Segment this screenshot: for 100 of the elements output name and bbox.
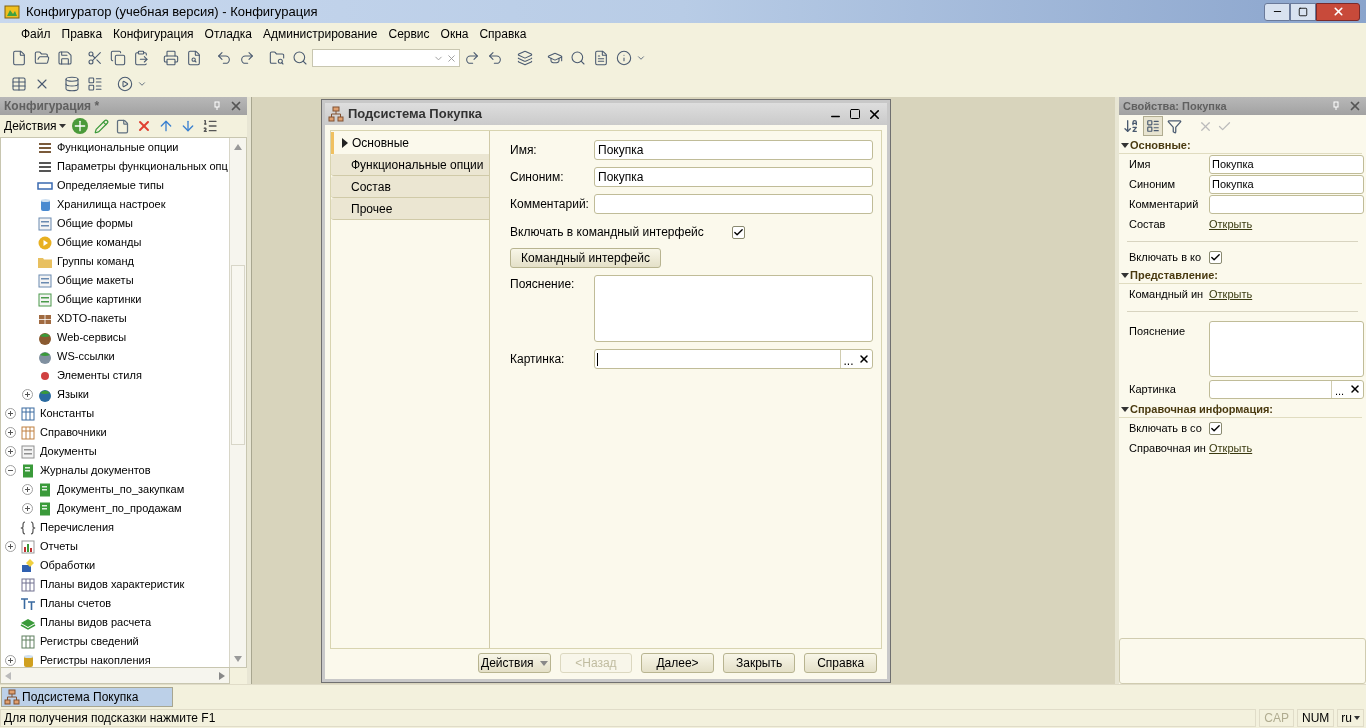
menu-item[interactable]: Правка	[56, 25, 108, 43]
tree-item[interactable]: Элементы стиля	[57, 367, 142, 384]
scroll-up-icon[interactable]	[234, 143, 242, 150]
text-field[interactable]	[594, 194, 873, 214]
horizontal-scrollbar[interactable]	[0, 668, 230, 684]
maximize-icon[interactable]	[849, 108, 861, 120]
close-button[interactable]	[1316, 2, 1360, 21]
text-field[interactable]	[1209, 194, 1364, 214]
collapse-icon[interactable]	[1121, 406, 1129, 412]
field-label: Синоним:	[510, 169, 565, 186]
menu-item[interactable]: Окна	[435, 25, 474, 43]
tree-item[interactable]: Справочники	[40, 424, 107, 441]
command-interface-button[interactable]: Командный интерфейс	[510, 248, 661, 268]
actions-menu[interactable]: Действия	[4, 117, 66, 135]
checkbox[interactable]	[1209, 250, 1222, 264]
expand-icon[interactable]	[22, 389, 33, 400]
language-selector[interactable]: ru	[1337, 709, 1364, 727]
tab[interactable]: Прочее	[331, 198, 489, 220]
tree-item[interactable]: Константы	[40, 405, 95, 422]
dialog-button[interactable]: Справка	[804, 653, 877, 673]
tree-item[interactable]: Общие команды	[57, 234, 142, 251]
tree-item[interactable]: Регистры сведений	[40, 633, 139, 650]
checkbox[interactable]	[732, 225, 745, 239]
open-link[interactable]: Открыть	[1209, 215, 1253, 233]
categories-button[interactable]	[1143, 116, 1163, 136]
text-field[interactable]: Покупка	[594, 140, 873, 160]
explanation-field[interactable]	[1209, 321, 1364, 377]
text-field[interactable]: Покупка	[1209, 174, 1364, 194]
tree-item[interactable]: WS-ссылки	[57, 348, 115, 365]
tree-item[interactable]: Журналы документов	[40, 462, 151, 479]
tab[interactable]: Состав	[331, 176, 489, 198]
tree-item[interactable]: Документы_по_закупкам	[57, 481, 185, 498]
tree-item[interactable]: Регистры накопления	[40, 652, 151, 667]
menu-item[interactable]: Справка	[474, 25, 532, 43]
dropdown-icon[interactable]	[636, 53, 646, 63]
select-button[interactable]: ...	[1331, 380, 1347, 398]
sort-icon[interactable]	[201, 118, 218, 134]
maximize-button[interactable]	[1290, 2, 1316, 21]
text-field[interactable]: Покупка	[594, 167, 873, 187]
tree-item[interactable]: Общие формы	[57, 215, 133, 232]
tree-item[interactable]: XDTO-пакеты	[57, 310, 127, 327]
collapse-icon[interactable]	[1121, 272, 1129, 278]
tree-item[interactable]: Отчеты	[40, 538, 79, 555]
tree-item[interactable]: Планы видов характеристик	[40, 576, 185, 593]
edit-icon[interactable]	[93, 118, 109, 134]
scroll-down-icon[interactable]	[234, 655, 242, 662]
explanation-field[interactable]	[594, 275, 873, 342]
open-link[interactable]: Открыть	[1209, 285, 1253, 303]
expand-icon[interactable]	[5, 446, 16, 457]
tree-item[interactable]: Документы	[40, 443, 97, 460]
tree-item[interactable]: Группы команд	[57, 253, 134, 270]
dropdown-icon[interactable]	[137, 79, 147, 89]
menu-item[interactable]: Конфигурация	[108, 25, 199, 43]
tree-item[interactable]: Общие макеты	[57, 272, 134, 289]
picture-field[interactable]: ...	[594, 349, 873, 369]
expand-icon[interactable]	[22, 503, 33, 514]
tree-item[interactable]: Планы счетов	[40, 595, 112, 612]
expand-icon[interactable]	[22, 484, 33, 495]
menu-item[interactable]: Отладка	[199, 25, 258, 43]
tree-item[interactable]: Определяемые типы	[57, 177, 164, 194]
copy-item-icon[interactable]	[114, 118, 130, 134]
menu-item[interactable]: Файл	[16, 25, 56, 43]
expand-icon[interactable]	[5, 427, 16, 438]
tab[interactable]: Функциональные опции	[331, 154, 489, 176]
sort-alphabet-icon[interactable]	[1123, 118, 1139, 134]
dialog-button[interactable]: Действия	[478, 653, 551, 673]
tree-item[interactable]: Функциональные опции	[57, 139, 179, 156]
tree-item[interactable]: Перечисления	[40, 519, 114, 536]
clear-icon[interactable]	[858, 353, 870, 365]
expand-icon[interactable]	[5, 408, 16, 419]
vertical-scrollbar[interactable]	[229, 138, 246, 667]
menu-item[interactable]: Администрирование	[258, 25, 383, 43]
select-button[interactable]: ...	[840, 350, 856, 368]
table-icon	[20, 633, 36, 650]
tree-item[interactable]: Языки	[57, 386, 89, 403]
add-icon[interactable]	[71, 118, 88, 134]
tree-item[interactable]: Web-сервисы	[57, 329, 127, 346]
menu-item[interactable]: Сервис	[383, 25, 435, 43]
tree-item[interactable]: Обработки	[40, 557, 96, 574]
tree-item[interactable]: Документ_по_продажам	[57, 500, 182, 517]
clear-icon[interactable]	[1349, 383, 1361, 395]
tree-item[interactable]: Хранилища настроек	[57, 196, 166, 213]
collapse-icon[interactable]	[1121, 142, 1129, 148]
expand-icon[interactable]	[5, 541, 16, 552]
scroll-right-icon[interactable]	[219, 671, 225, 680]
open-link[interactable]: Открыть	[1209, 439, 1253, 457]
dialog-button[interactable]: Закрыть	[722, 653, 796, 673]
tree-item[interactable]: Общие картинки	[57, 291, 142, 308]
window-tab[interactable]: Подсистема Покупка	[1, 686, 173, 707]
checkbox[interactable]	[1209, 421, 1222, 435]
minimize-button[interactable]	[1264, 2, 1290, 21]
tree-item[interactable]: Параметры функциональных опц	[57, 158, 228, 175]
dialog-button[interactable]: Далее>	[641, 653, 714, 673]
tree-item[interactable]: Планы видов расчета	[40, 614, 152, 631]
expand-icon[interactable]	[5, 655, 16, 666]
table-icon	[20, 405, 36, 422]
collapse-icon[interactable]	[5, 465, 16, 476]
picture-field[interactable]: ...	[1209, 379, 1364, 399]
filter-icon[interactable]	[1167, 118, 1182, 134]
text-field[interactable]: Покупка	[1209, 154, 1364, 174]
